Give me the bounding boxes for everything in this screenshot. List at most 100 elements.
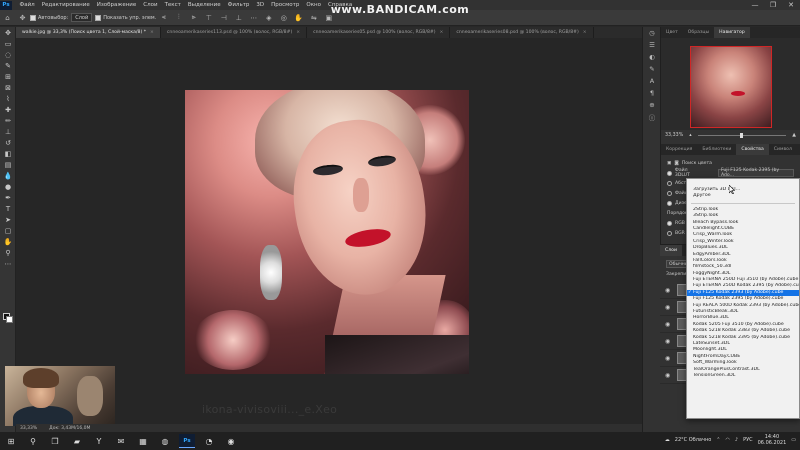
adjustments-icon[interactable]: ◐ xyxy=(643,51,661,63)
navigator-view[interactable] xyxy=(661,38,800,130)
frame-tool-icon[interactable]: ⊠ xyxy=(0,82,16,93)
document-tab[interactable]: walkie.jpg @ 33,3% (Поиск цвета 1, Слой-… xyxy=(16,27,161,38)
tab-swatches[interactable]: Образцы xyxy=(683,27,714,38)
marquee-tool-icon[interactable]: ▭ xyxy=(0,38,16,49)
edge-icon[interactable]: ◔ xyxy=(201,434,217,448)
auto-select-checkbox[interactable] xyxy=(30,14,36,21)
status-doc-size[interactable]: Док: 3,43M/16,0M xyxy=(49,426,90,431)
scale-icon[interactable]: ▣ xyxy=(324,13,333,22)
start-windows-icon[interactable]: ⊞ xyxy=(3,434,19,448)
tray-arrow-icon[interactable]: ⌃ xyxy=(716,437,720,443)
close-tab-icon[interactable]: × xyxy=(583,30,587,35)
3dlut-select[interactable]: Fuji F125 Kodak 2395 (by Ado... xyxy=(717,168,794,178)
zoom-slider[interactable] xyxy=(697,132,787,138)
history-icon[interactable]: ◷ xyxy=(643,27,661,39)
tab-layers[interactable]: Слои xyxy=(660,245,682,256)
path-select-icon[interactable]: ➤ xyxy=(0,214,16,225)
document-image[interactable] xyxy=(185,90,469,374)
menu-help[interactable]: Справка xyxy=(324,2,355,8)
brush-tool-icon[interactable]: ✏ xyxy=(0,115,16,126)
radio-devicelink[interactable] xyxy=(667,190,672,196)
menu-3d[interactable]: 3D xyxy=(253,2,268,8)
shape-tool-icon[interactable]: ▢ xyxy=(0,225,16,236)
move-tool-icon[interactable]: ✥ xyxy=(0,27,16,38)
history-brush-icon[interactable]: ↺ xyxy=(0,137,16,148)
3d-mode-icon[interactable]: ◈ xyxy=(264,13,273,22)
align-right-icon[interactable]: ⫸ xyxy=(189,13,198,22)
orbit-icon[interactable]: ◎ xyxy=(279,13,288,22)
dropdown-item-other[interactable]: Другое xyxy=(687,193,799,199)
lut-option[interactable]: TensionGreen.3DL xyxy=(687,373,799,379)
close-tab-icon[interactable]: × xyxy=(296,30,300,35)
menu-filter[interactable]: Фильтр xyxy=(224,2,253,8)
lasso-tool-icon[interactable]: ◌ xyxy=(0,49,16,60)
radio-bgr[interactable] xyxy=(667,230,672,236)
lut-option[interactable]: Fuji F125 Kodak 2393 (by Adobe).cube xyxy=(687,289,799,297)
eraser-tool-icon[interactable]: ◧ xyxy=(0,148,16,159)
close-tab-icon[interactable]: × xyxy=(150,30,154,35)
status-zoom[interactable]: 33,33% xyxy=(20,426,37,431)
record-icon[interactable]: ◉ xyxy=(223,434,239,448)
menu-window[interactable]: Окно xyxy=(303,2,325,8)
gradient-tool-icon[interactable]: ▤ xyxy=(0,159,16,170)
explorer-icon[interactable]: ▰ xyxy=(69,434,85,448)
document-tab[interactable]: cnneoamerikaseries08.psd @ 100% (волос, … xyxy=(450,27,594,38)
zoom-slider-knob[interactable] xyxy=(740,132,744,138)
weather-icon[interactable]: ☁ xyxy=(665,437,670,443)
pen-tool-icon[interactable]: ✒ xyxy=(0,192,16,203)
close-tab-icon[interactable]: × xyxy=(440,30,444,35)
eyedropper-tool-icon[interactable]: ⌇ xyxy=(0,93,16,104)
tab-adjustments[interactable]: Коррекция xyxy=(661,144,697,155)
lut-option[interactable]: Kodak 5218 Kodak 2383 (by Adobe).cube xyxy=(687,328,799,334)
zoom-tool-icon[interactable]: ⚲ xyxy=(0,247,16,258)
tab-navigator[interactable]: Навигатор xyxy=(714,27,750,38)
align-top-icon[interactable]: ⊤ xyxy=(204,13,213,22)
visibility-eye-icon[interactable]: ◉ xyxy=(665,372,673,379)
close-button[interactable]: ✕ xyxy=(782,0,800,10)
menu-image[interactable]: Изображение xyxy=(93,2,140,8)
align-middle-icon[interactable]: ⊣ xyxy=(219,13,228,22)
yandex-browser-icon[interactable]: Y xyxy=(91,434,107,448)
search-icon[interactable]: ⚲ xyxy=(25,434,41,448)
slide-icon[interactable]: ⇋ xyxy=(309,13,318,22)
zoom-value[interactable]: 33,33% xyxy=(665,133,683,138)
hand-tool-icon[interactable]: ✋ xyxy=(0,236,16,247)
radio-abstract[interactable] xyxy=(667,180,672,186)
align-center-icon[interactable]: ⫶ xyxy=(174,13,183,22)
auto-select-dropdown[interactable]: Слой xyxy=(71,13,93,22)
language-indicator[interactable]: РУС xyxy=(743,437,753,443)
quick-select-tool-icon[interactable]: ✎ xyxy=(0,60,16,71)
document-tab[interactable]: cnneoamerikaseries05.psd @ 100% (волос, … xyxy=(307,27,451,38)
align-left-icon[interactable]: ⫷ xyxy=(159,13,168,22)
crop-tool-icon[interactable]: ⊞ xyxy=(0,71,16,82)
3dlut-dropdown-list[interactable]: Загрузить 3D LUT... Другое 2Strip.look 3S… xyxy=(686,178,800,419)
zoom-out-icon[interactable]: ▴ xyxy=(689,133,691,138)
weather-text[interactable]: 22°C Облачно xyxy=(675,437,712,443)
volume-icon[interactable]: ♪ xyxy=(735,437,738,443)
radio-3dlut[interactable] xyxy=(667,170,672,176)
navigator-thumbnail[interactable] xyxy=(690,46,772,128)
visibility-eye-icon[interactable]: ◉ xyxy=(665,304,673,311)
menu-layers[interactable]: Слои xyxy=(140,2,161,8)
menu-file[interactable]: Файл xyxy=(16,2,38,8)
background-color-swatch[interactable] xyxy=(6,316,13,323)
healing-tool-icon[interactable]: ✚ xyxy=(0,104,16,115)
mail-icon[interactable]: ✉ xyxy=(113,434,129,448)
menu-select[interactable]: Выделение xyxy=(184,2,224,8)
character-icon[interactable]: A xyxy=(643,75,661,87)
radio-rgb[interactable] xyxy=(667,220,672,226)
document-tab[interactable]: cnneoamerikaseries113.psd @ 100% (волос,… xyxy=(161,27,308,38)
store-icon[interactable]: ▦ xyxy=(135,434,151,448)
tab-character[interactable]: Символ xyxy=(769,144,797,155)
photoshop-taskbar-icon[interactable]: Ps xyxy=(179,434,195,448)
maximize-button[interactable]: ❐ xyxy=(764,0,782,10)
notifications-icon[interactable]: ▭ xyxy=(791,437,796,443)
lut-option[interactable]: Fuji F125 Kodak 2395 (by Adobe).cube xyxy=(687,296,799,302)
more-options-icon[interactable]: ⋯ xyxy=(249,13,258,22)
brush-settings-icon[interactable]: ✎ xyxy=(643,63,661,75)
visibility-eye-icon[interactable]: ◉ xyxy=(665,338,673,345)
minimize-button[interactable]: — xyxy=(746,0,764,10)
visibility-eye-icon[interactable]: ◉ xyxy=(665,355,673,362)
more-tools-icon[interactable]: ⋯ xyxy=(0,258,16,269)
pan-icon[interactable]: ✋ xyxy=(294,13,303,22)
